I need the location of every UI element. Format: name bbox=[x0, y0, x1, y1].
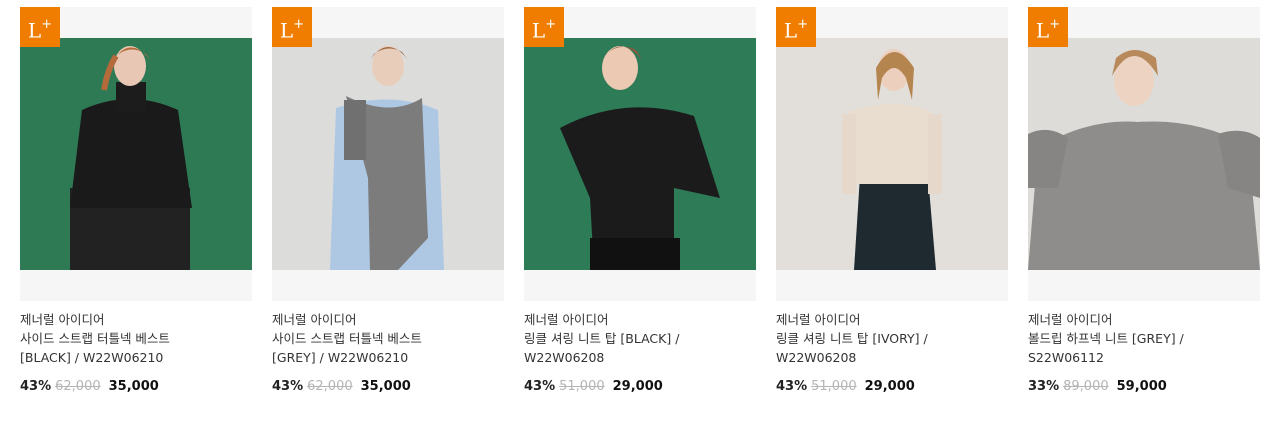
product-thumbnail[interactable]: L+ bbox=[272, 7, 504, 301]
brand-name[interactable]: 제너럴 아이디어 bbox=[1028, 310, 1260, 329]
product-card[interactable]: L+ 제너럴 아이디어 링클 셔링 니트 탑 [IVORY] / W22W062… bbox=[776, 7, 1008, 396]
sale-price: 35,000 bbox=[108, 379, 159, 394]
product-card[interactable]: L+ 제너럴 아이디어 링클 셔링 니트 탑 [BLACK] / W22W062… bbox=[524, 7, 756, 396]
product-photo[interactable] bbox=[524, 38, 756, 270]
product-card[interactable]: L+ 제너럴 아이디어 사이드 스트랩 터틀넥 베스트 [GREY] / W22… bbox=[272, 7, 504, 396]
product-photo[interactable] bbox=[1028, 38, 1260, 270]
sale-price: 35,000 bbox=[360, 379, 411, 394]
discount-rate: 43% bbox=[524, 379, 556, 394]
price-row: 43% 62,000 35,000 bbox=[20, 377, 252, 396]
lplus-badge: L+ bbox=[20, 7, 60, 47]
product-name[interactable]: 링클 셔링 니트 탑 [IVORY] / bbox=[776, 329, 1008, 348]
product-code[interactable]: [BLACK] / W22W06210 bbox=[20, 348, 252, 367]
product-thumbnail[interactable]: L+ bbox=[20, 7, 252, 301]
brand-name[interactable]: 제너럴 아이디어 bbox=[272, 310, 504, 329]
price-row: 43% 51,000 29,000 bbox=[524, 377, 756, 396]
sale-price: 29,000 bbox=[864, 379, 915, 394]
product-code[interactable]: W22W06208 bbox=[776, 348, 1008, 367]
original-price: 51,000 bbox=[811, 379, 857, 394]
product-code[interactable]: S22W06112 bbox=[1028, 348, 1260, 367]
product-code[interactable]: [GREY] / W22W06210 bbox=[272, 348, 504, 367]
product-name[interactable]: 링클 셔링 니트 탑 [BLACK] / bbox=[524, 329, 756, 348]
lplus-badge: L+ bbox=[524, 7, 564, 47]
product-card[interactable]: L+ 제너럴 아이디어 사이드 스트랩 터틀넥 베스트 [BLACK] / W2… bbox=[20, 7, 252, 396]
discount-rate: 43% bbox=[20, 379, 52, 394]
lplus-badge: L+ bbox=[776, 7, 816, 47]
product-grid: L+ 제너럴 아이디어 사이드 스트랩 터틀넥 베스트 [BLACK] / W2… bbox=[0, 0, 1264, 430]
sale-price: 29,000 bbox=[612, 379, 663, 394]
discount-rate: 43% bbox=[272, 379, 304, 394]
product-name[interactable]: 볼드립 하프넥 니트 [GREY] / bbox=[1028, 329, 1260, 348]
brand-name[interactable]: 제너럴 아이디어 bbox=[524, 310, 756, 329]
discount-rate: 33% bbox=[1028, 379, 1060, 394]
product-name[interactable]: 사이드 스트랩 터틀넥 베스트 bbox=[272, 329, 504, 348]
discount-rate: 43% bbox=[776, 379, 808, 394]
product-photo[interactable] bbox=[776, 38, 1008, 270]
brand-name[interactable]: 제너럴 아이디어 bbox=[20, 310, 252, 329]
product-name[interactable]: 사이드 스트랩 터틀넥 베스트 bbox=[20, 329, 252, 348]
product-photo[interactable] bbox=[272, 38, 504, 270]
product-card[interactable]: L+ 제너럴 아이디어 볼드립 하프넥 니트 [GREY] / S22W0611… bbox=[1028, 7, 1260, 396]
lplus-badge: L+ bbox=[1028, 7, 1068, 47]
product-photo[interactable] bbox=[20, 38, 252, 270]
original-price: 89,000 bbox=[1063, 379, 1109, 394]
price-row: 43% 62,000 35,000 bbox=[272, 377, 504, 396]
product-code[interactable]: W22W06208 bbox=[524, 348, 756, 367]
original-price: 62,000 bbox=[307, 379, 353, 394]
sale-price: 59,000 bbox=[1116, 379, 1167, 394]
brand-name[interactable]: 제너럴 아이디어 bbox=[776, 310, 1008, 329]
original-price: 51,000 bbox=[559, 379, 605, 394]
product-thumbnail[interactable]: L+ bbox=[524, 7, 756, 301]
product-thumbnail[interactable]: L+ bbox=[1028, 7, 1260, 301]
lplus-badge: L+ bbox=[272, 7, 312, 47]
price-row: 43% 51,000 29,000 bbox=[776, 377, 1008, 396]
product-thumbnail[interactable]: L+ bbox=[776, 7, 1008, 301]
original-price: 62,000 bbox=[55, 379, 101, 394]
price-row: 33% 89,000 59,000 bbox=[1028, 377, 1260, 396]
